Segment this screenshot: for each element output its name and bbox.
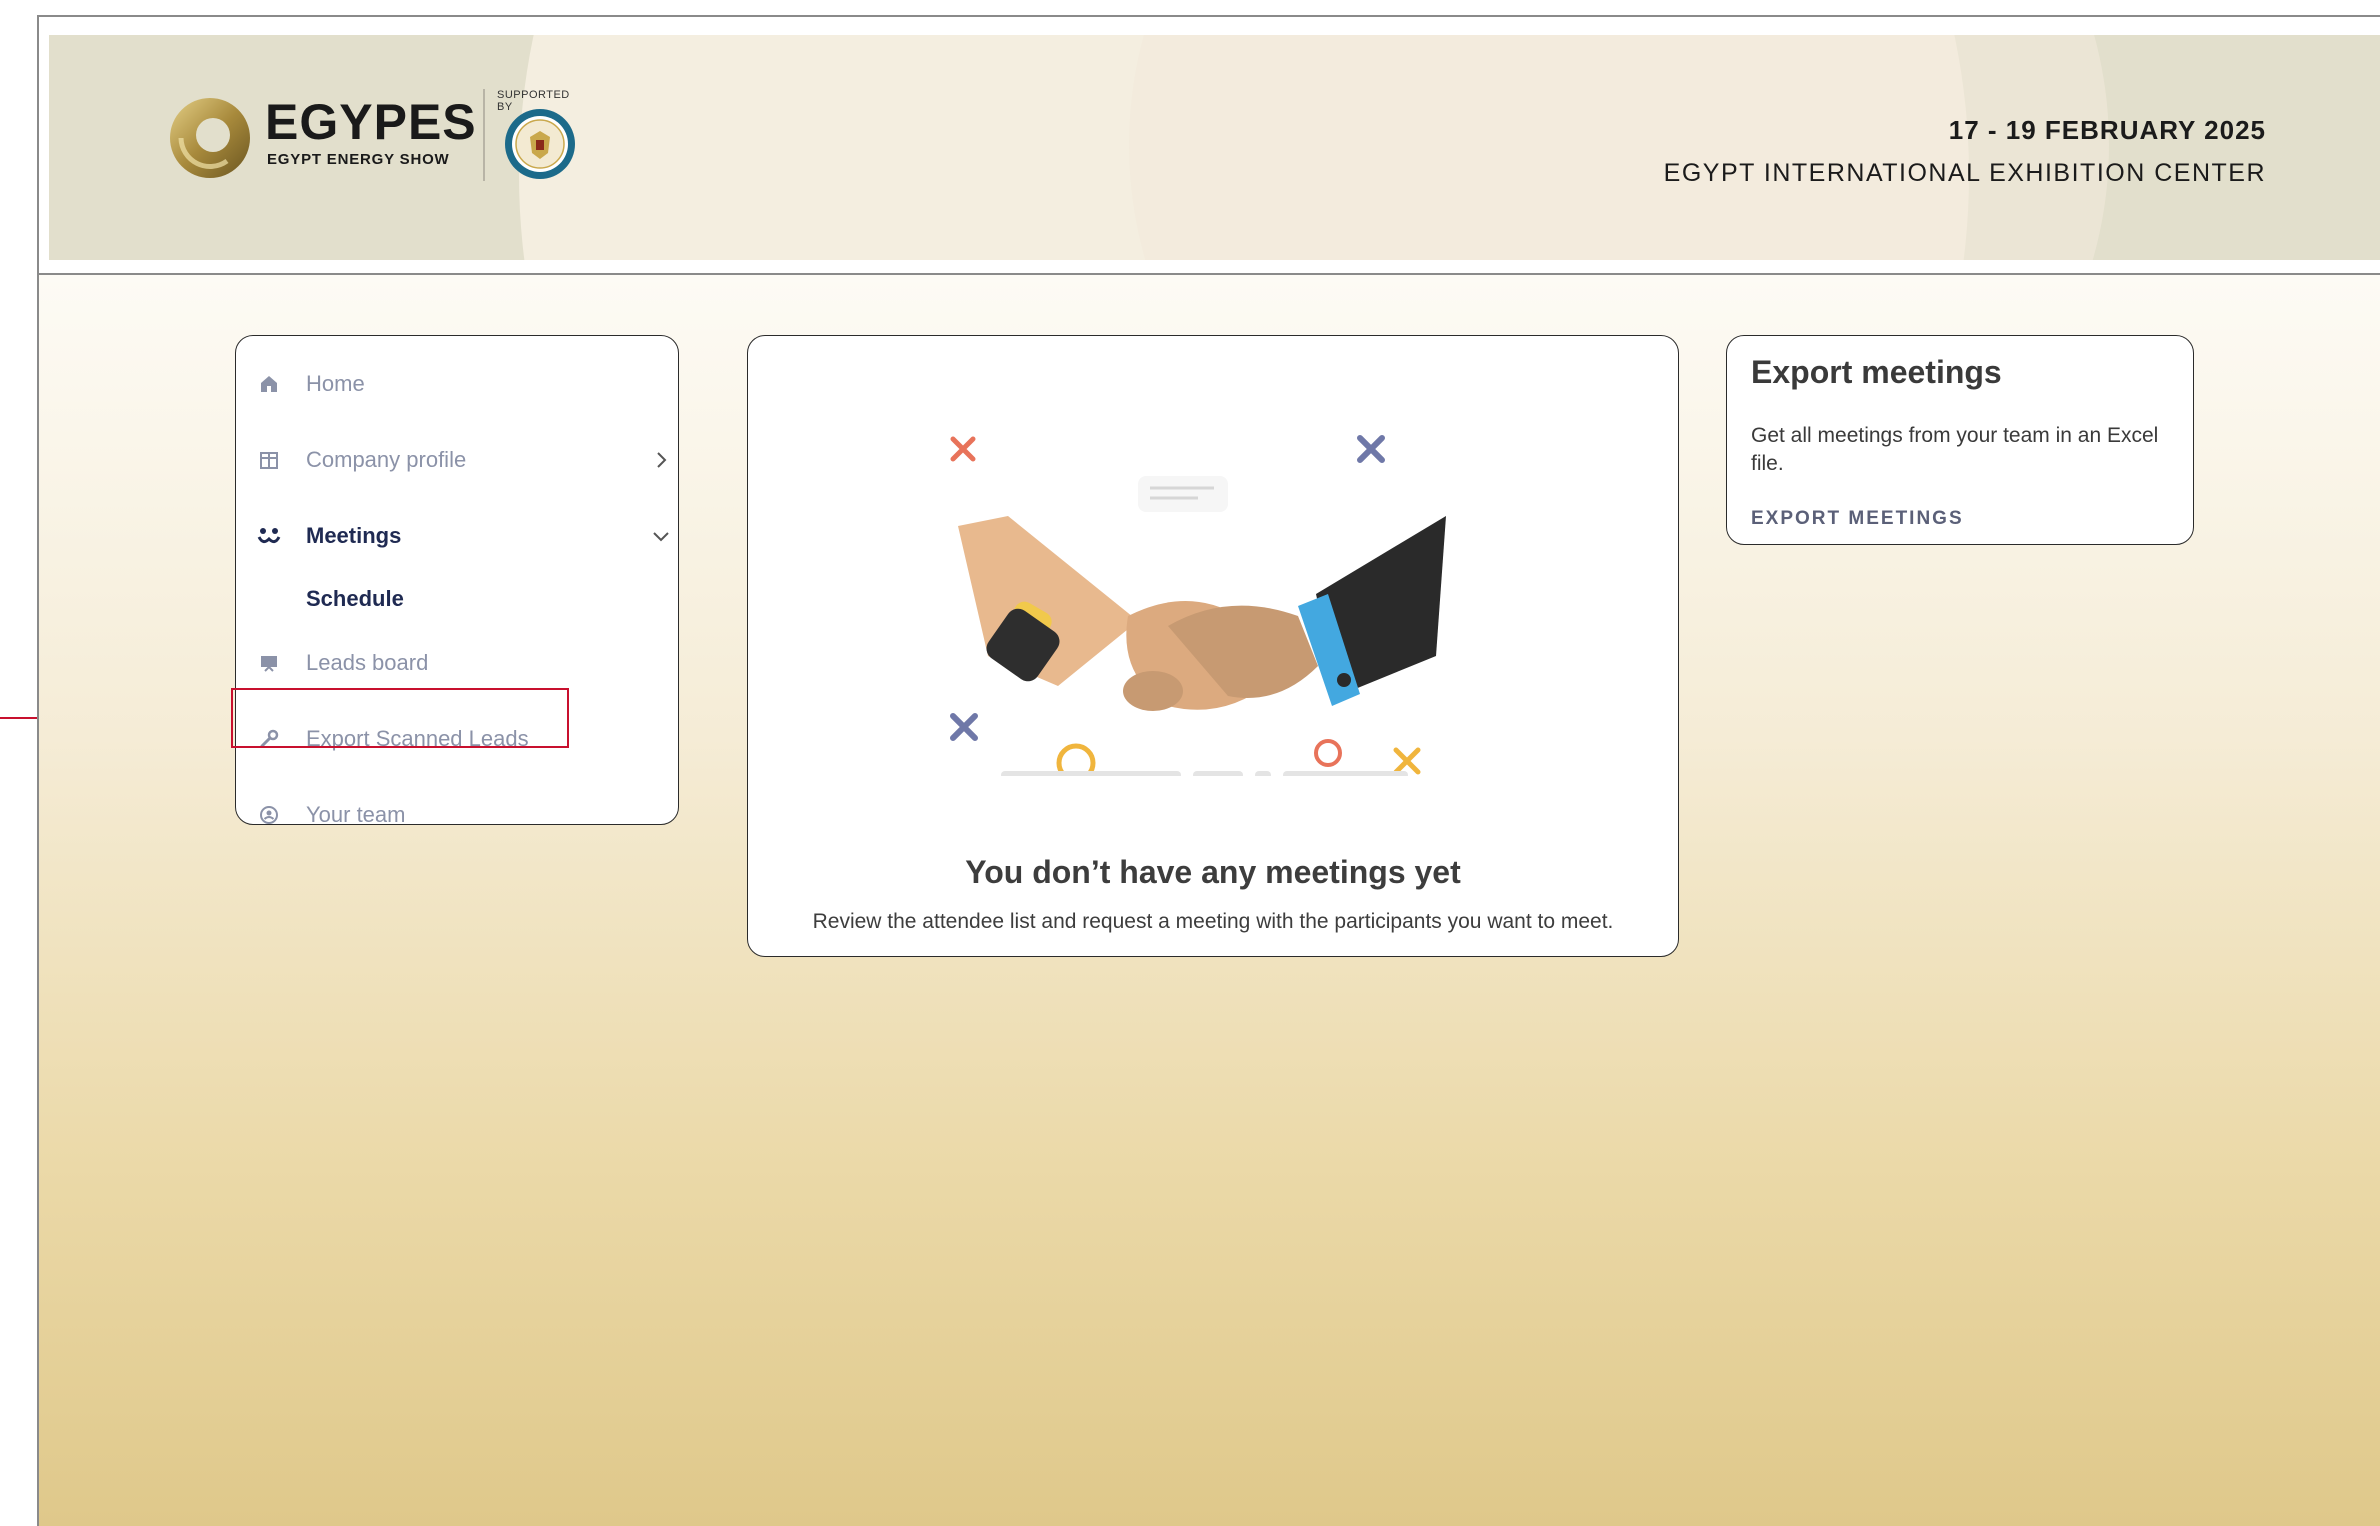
header: EGYPES EGYPT ENERGY SHOW SUPPORTED BY 17… — [39, 17, 2380, 275]
logo-tagline: EGYPT ENERGY SHOW — [267, 151, 450, 168]
logo-ring-icon — [170, 98, 250, 178]
export-meetings-link[interactable]: EXPORT MEETINGS — [1751, 508, 1964, 530]
meetings-empty-state: You don’t have any meetings yet Review t… — [747, 335, 1679, 957]
ministry-seal-icon — [505, 109, 575, 179]
handshake-illustration — [950, 435, 1446, 776]
empty-state-subtitle: Review the attendee list and request a m… — [812, 910, 1614, 933]
sidebar-item-home[interactable]: Home — [236, 364, 676, 404]
chevron-down-icon — [653, 532, 669, 542]
header-banner: EGYPES EGYPT ENERGY SHOW SUPPORTED BY 17… — [49, 35, 2380, 260]
team-icon — [256, 802, 282, 828]
building-icon — [256, 447, 282, 473]
sidebar-item-meetings[interactable]: Meetings — [236, 516, 676, 556]
banner-curve-secondary — [1129, 35, 2109, 260]
export-card-description: Get all meetings from your team in an Ex… — [1751, 424, 2159, 475]
sidebar-nav: Home Company profile Meetings Schedule L… — [235, 335, 679, 827]
export-card-title: Export meetings — [1751, 354, 2002, 390]
logo-brand-text: EGYPES — [265, 94, 477, 150]
event-venue: EGYPT INTERNATIONAL EXHIBITION CENTER — [1663, 159, 2266, 187]
event-dates: 17 - 19 FEBRUARY 2025 — [1948, 115, 2266, 145]
chevron-right-icon — [657, 452, 667, 468]
sidebar-item-label: Home — [306, 371, 365, 396]
logo-divider — [483, 89, 485, 181]
sidebar-item-label: Leads board — [306, 650, 429, 675]
sidebar-item-label: Your team — [306, 802, 406, 827]
home-icon — [256, 371, 282, 397]
empty-state-title: You don’t have any meetings yet — [965, 854, 1461, 890]
sidebar-item-label: Schedule — [306, 586, 404, 611]
sidebar-subitem-schedule[interactable]: Schedule — [236, 579, 676, 619]
people-icon — [256, 523, 282, 549]
board-icon — [256, 650, 282, 676]
sidebar-item-your-team[interactable]: Your team — [236, 795, 676, 835]
egypes-logo[interactable]: EGYPES EGYPT ENERGY SHOW SUPPORTED BY — [167, 89, 587, 184]
sidebar-item-label: Company profile — [306, 447, 467, 472]
sidebar-item-leads-board[interactable]: Leads board — [236, 643, 676, 683]
export-meetings-card: Export meetings Get all meetings from yo… — [1726, 335, 2194, 545]
sidebar-item-label: Meetings — [306, 523, 402, 548]
sidebar-item-company-profile[interactable]: Company profile — [236, 440, 676, 480]
annotation-highlight-box — [231, 688, 569, 748]
